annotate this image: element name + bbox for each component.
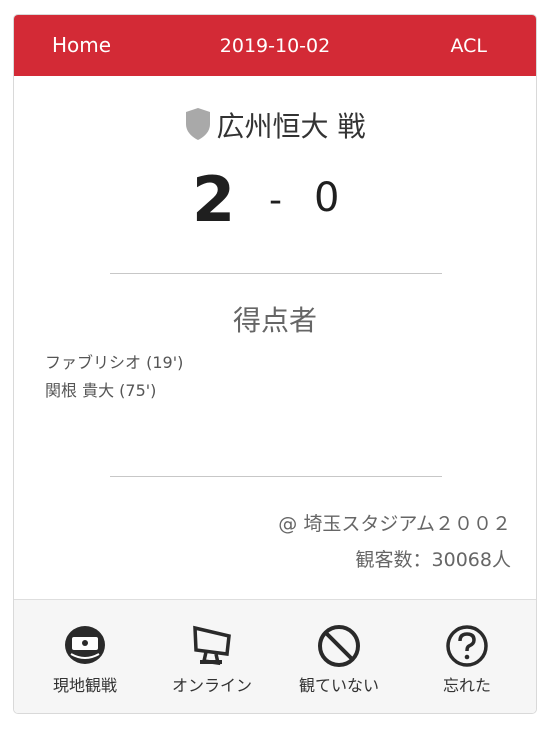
online-watch-label: オンライン [171,676,252,695]
not-watched-button[interactable]: 観ていない [284,600,394,713]
divider [110,476,442,477]
card-header: Home 2019-10-02 ACL [14,15,536,76]
score-separator: - [269,180,282,221]
stadium-watch-label: 現地観戦 [52,676,117,695]
competition-label: ACL [450,35,487,57]
watch-status-bar: 現地観戦 オンライン 観ていない 忘れた [14,599,536,713]
opponent-title: 広州恒大 戦 [14,105,536,148]
score-away: 0 [314,175,340,221]
monitor-icon [193,625,231,666]
forgot-button[interactable]: 忘れた [412,600,522,713]
question-icon [446,625,488,667]
opponent-name: 広州恒大 戦 [216,110,366,143]
prohibited-icon [318,625,360,667]
scorer-item: 関根 貴大 (75') [45,381,157,400]
shield-icon [185,107,211,148]
divider [110,273,442,274]
venue-name: @ 埼玉スタジアム２００２ [278,513,511,535]
stadium-watch-button[interactable]: 現地観戦 [30,600,140,713]
scorer-item: ファブリシオ (19') [45,353,184,372]
scorers-title: 得点者 [232,304,317,337]
match-card: Home 2019-10-02 ACL 広州恒大 戦 2 - 0 得点者 ファブ… [13,14,537,714]
online-watch-button[interactable]: オンライン [157,600,267,713]
forgot-label: 忘れた [442,676,491,695]
attendance: 観客数：30068人 [355,549,511,571]
score-home: 2 [192,163,236,236]
not-watched-label: 観ていない [298,676,379,695]
stadium-icon [65,626,105,664]
